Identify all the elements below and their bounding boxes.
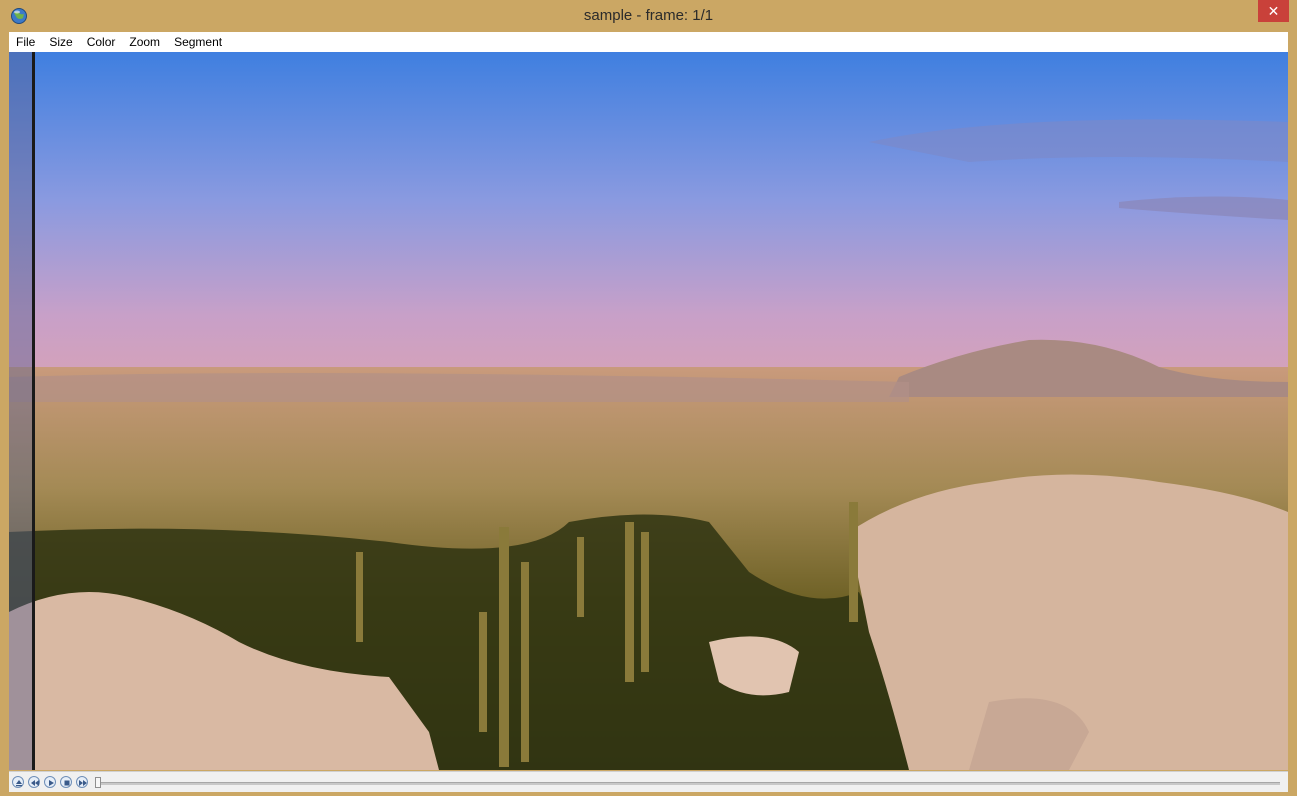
title-bar[interactable]: sample - frame: 1/1 ✕ bbox=[0, 0, 1297, 32]
menu-file[interactable]: File bbox=[9, 32, 42, 52]
landscape-image bbox=[9, 52, 1288, 770]
eject-icon[interactable] bbox=[12, 776, 24, 788]
menu-bar: File Size Color Zoom Segment bbox=[9, 32, 1288, 53]
playback-controls bbox=[9, 771, 1288, 792]
rewind-icon[interactable] bbox=[28, 776, 40, 788]
seek-slider-track[interactable] bbox=[95, 782, 1280, 785]
fast-forward-icon[interactable] bbox=[76, 776, 88, 788]
app-window: sample - frame: 1/1 ✕ File Size Color Zoom S… bbox=[0, 0, 1297, 796]
window-title: sample - frame: 1/1 bbox=[583, 7, 714, 24]
menu-zoom[interactable]: Zoom bbox=[122, 32, 167, 52]
close-button[interactable]: ✕ bbox=[1258, 0, 1289, 22]
stop-icon[interactable] bbox=[60, 776, 72, 788]
menu-size[interactable]: Size bbox=[42, 32, 79, 52]
video-frame[interactable] bbox=[9, 52, 1288, 770]
menu-color[interactable]: Color bbox=[80, 32, 123, 52]
seek-slider-thumb[interactable] bbox=[95, 777, 101, 788]
play-icon[interactable] bbox=[44, 776, 56, 788]
menu-segment[interactable]: Segment bbox=[167, 32, 229, 52]
